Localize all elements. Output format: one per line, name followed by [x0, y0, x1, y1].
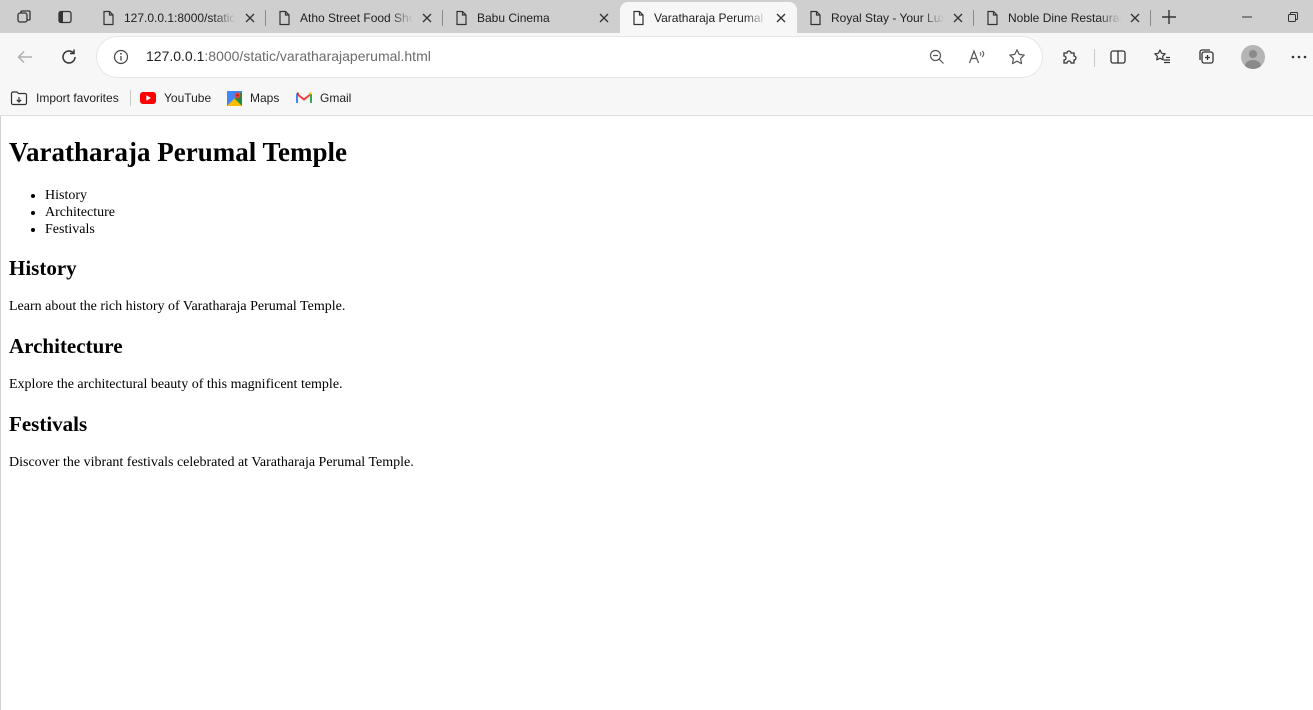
import-favorites-icon [10, 91, 28, 106]
tab-5[interactable]: Royal Stay - Your Luxury [797, 2, 974, 33]
more-dots-icon [1291, 55, 1307, 59]
refresh-icon [62, 49, 76, 64]
restore-button[interactable] [1270, 0, 1313, 33]
tab-strip: 127.0.0.1:8000/static/ Atho Street Food … [0, 0, 1313, 33]
favorite-label: Maps [250, 91, 280, 105]
section-heading-history: History [9, 256, 77, 280]
favorite-star-icon[interactable] [1007, 47, 1027, 67]
page-icon [456, 10, 467, 25]
url-path: :8000/static/varatharajaperumal.html [204, 48, 431, 64]
collections-icon [1199, 49, 1214, 64]
minimize-button[interactable] [1224, 0, 1270, 33]
close-icon[interactable] [1125, 8, 1145, 28]
close-icon[interactable] [771, 8, 791, 28]
tab-separator [1150, 10, 1151, 26]
youtube-icon [140, 92, 156, 104]
refresh-button[interactable] [53, 41, 85, 73]
extensions-button[interactable] [1054, 41, 1086, 73]
close-icon[interactable] [240, 8, 260, 28]
tab-2[interactable]: Atho Street Food Shop [266, 2, 443, 33]
tab-title: Varatharaja Perumal Temple [654, 10, 767, 25]
favorite-label: Gmail [320, 91, 352, 105]
new-tab-button[interactable] [1156, 4, 1182, 30]
close-icon[interactable] [594, 8, 614, 28]
collections-button[interactable] [1191, 41, 1223, 73]
page-icon [279, 10, 290, 25]
section-heading-architecture: Architecture [9, 334, 123, 358]
tab-title: Noble Dine Restaurant [1008, 10, 1121, 25]
split-screen-button[interactable] [1102, 41, 1134, 73]
favorites-bar: Import favorites YouTube Maps Gmail [0, 81, 1313, 116]
split-screen-icon [1110, 50, 1126, 64]
favorites-divider [130, 90, 131, 106]
tab-title: Royal Stay - Your Luxury [831, 10, 944, 25]
url-host: 127.0.0.1 [146, 48, 205, 64]
section-text-architecture: Explore the architectural beauty of this… [9, 377, 343, 392]
favorite-youtube[interactable]: YouTube [140, 88, 211, 108]
favorite-label: Import favorites [36, 91, 119, 105]
tab-title: Atho Street Food Shop [300, 10, 413, 25]
read-aloud-icon[interactable] [967, 47, 987, 67]
page-icon [103, 10, 114, 25]
favorite-maps[interactable]: Maps [227, 88, 279, 108]
avatar-head [1249, 50, 1257, 58]
nav-item-architecture: Architecture [45, 204, 115, 221]
url-text[interactable]: 127.0.0.1:8000/static/varatharajaperumal… [146, 48, 431, 64]
workspaces-icon[interactable] [4, 0, 44, 33]
nav-item-history: History [45, 187, 115, 204]
back-button[interactable] [9, 41, 41, 73]
tab-title: 127.0.0.1:8000/static/ [124, 10, 236, 25]
settings-menu-button[interactable] [1283, 41, 1313, 73]
section-text-history: Learn about the rich history of Varathar… [9, 299, 346, 314]
nav-item-festivals: Festivals [45, 221, 115, 238]
tab-title: Babu Cinema [477, 10, 550, 25]
tab-1[interactable]: 127.0.0.1:8000/static/ [90, 2, 266, 33]
page-nav-list: History Architecture Festivals [9, 187, 115, 238]
browser-toolbar: 127.0.0.1:8000/static/varatharajaperumal… [0, 33, 1313, 81]
page-icon [633, 10, 644, 25]
page-viewport: Varatharaja Perumal Temple History Archi… [0, 116, 1313, 710]
plus-icon [1162, 10, 1176, 24]
avatar-body [1245, 60, 1261, 69]
tab-4-active[interactable]: Varatharaja Perumal Temple [620, 2, 797, 33]
page-icon [987, 10, 998, 25]
favorites-list-icon [1154, 49, 1170, 64]
puzzle-icon [1063, 50, 1077, 64]
favorite-gmail[interactable]: Gmail [296, 88, 351, 108]
vertical-tabs-icon[interactable] [45, 0, 85, 33]
maps-icon [227, 90, 242, 106]
gmail-icon [296, 92, 312, 103]
page-icon [810, 10, 821, 25]
page-title: Varatharaja Perumal Temple [9, 137, 347, 167]
favorite-label: YouTube [164, 91, 212, 105]
close-icon[interactable] [948, 8, 968, 28]
address-bar[interactable]: 127.0.0.1:8000/static/varatharajaperumal… [97, 37, 1042, 77]
close-icon[interactable] [417, 8, 437, 28]
toolbar-divider [1094, 49, 1095, 67]
info-icon[interactable] [113, 49, 129, 65]
tab-6[interactable]: Noble Dine Restaurant [974, 2, 1151, 33]
favorite-import[interactable]: Import favorites [10, 88, 119, 108]
favorites-button[interactable] [1146, 41, 1178, 73]
section-heading-festivals: Festivals [9, 412, 88, 436]
back-arrow-icon [17, 50, 32, 64]
section-text-festivals: Discover the vibrant festivals celebrate… [9, 455, 414, 470]
zoom-out-icon[interactable] [927, 47, 947, 67]
profile-avatar[interactable] [1241, 45, 1265, 69]
tab-3[interactable]: Babu Cinema [443, 2, 620, 33]
